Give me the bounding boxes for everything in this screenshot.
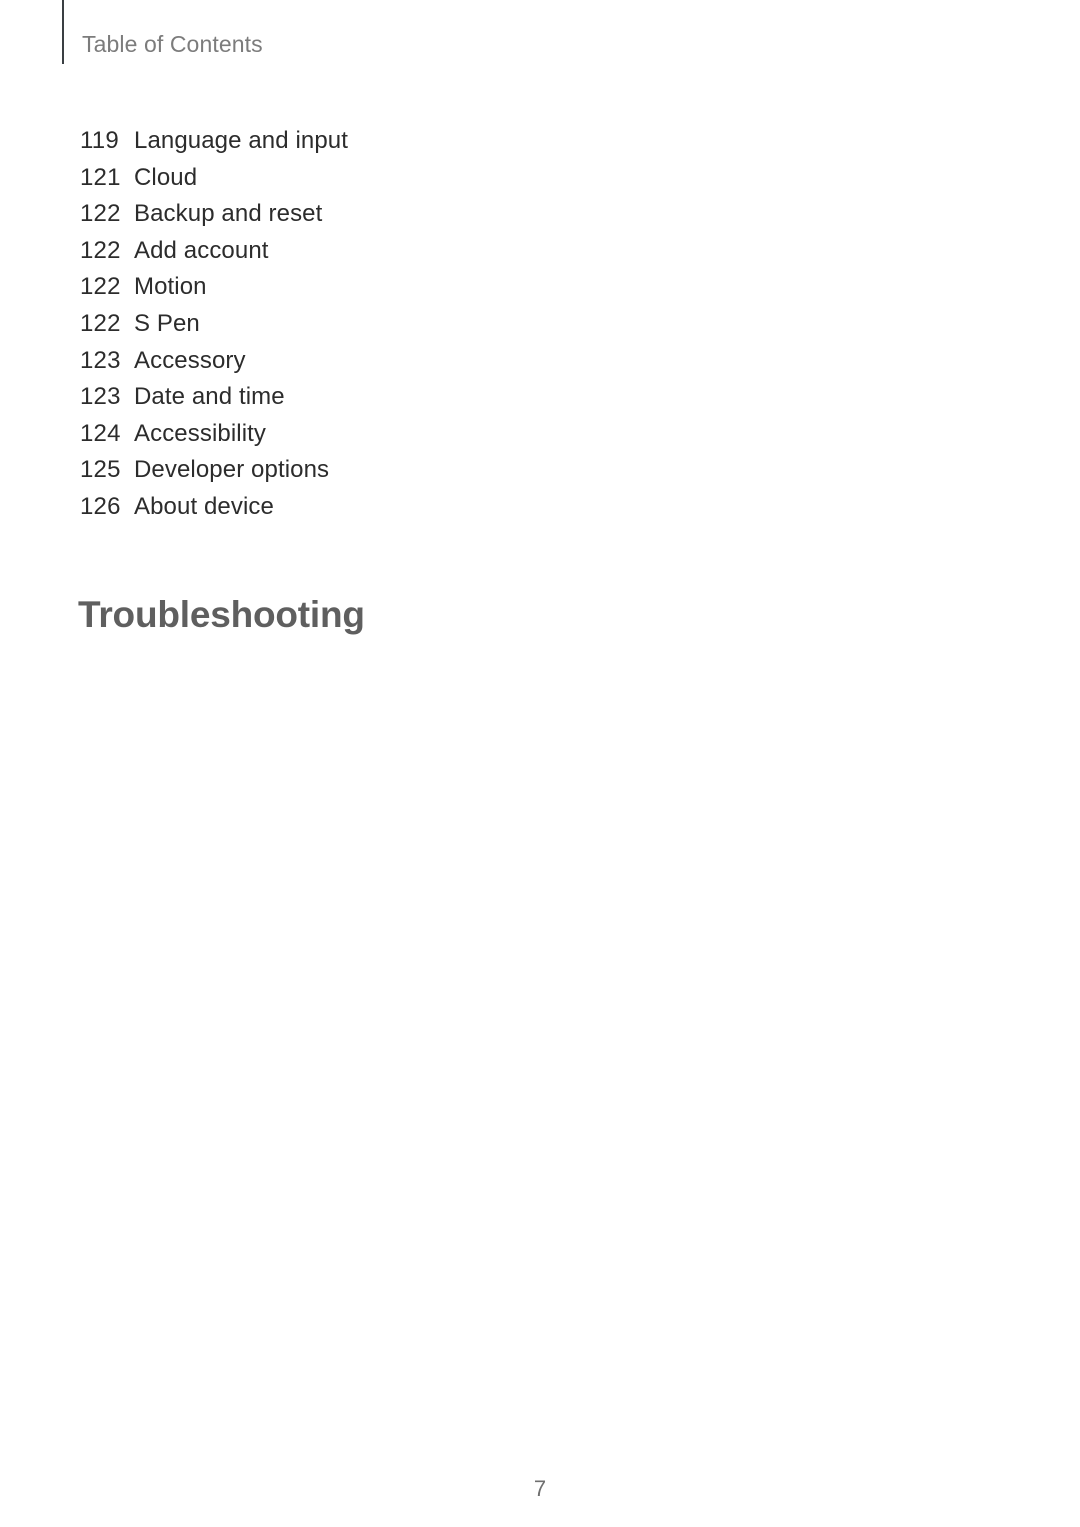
toc-entry[interactable]: 125 Developer options <box>80 452 720 489</box>
toc-entry-page-number: 121 <box>80 163 121 191</box>
running-header: Table of Contents <box>62 0 263 64</box>
toc-entry-label: Date and time <box>134 383 285 411</box>
toc-entry-page-number: 122 <box>80 273 121 301</box>
toc-entry-page-number: 123 <box>80 346 121 374</box>
toc-entry-page-number: 122 <box>80 236 121 264</box>
toc-entry[interactable]: 122 Motion <box>80 269 720 306</box>
toc-entry-label: About device <box>134 492 274 520</box>
toc-entry-page-number: 119 <box>80 127 119 154</box>
toc-entry-label: S Pen <box>134 309 200 337</box>
toc-entry-label: Motion <box>134 273 207 301</box>
page-title: Table of Contents <box>82 30 263 57</box>
toc-entry-label: Add account <box>134 236 269 264</box>
toc-entry-page-number: 126 <box>80 492 121 520</box>
header-vertical-rule <box>62 0 64 64</box>
document-page: Table of Contents 119 Language and input 1… <box>0 0 1080 1527</box>
toc-entry-label: Accessibility <box>134 419 266 447</box>
toc-entry[interactable]: 119 Language and input <box>80 123 720 160</box>
table-of-contents-list: 119 Language and input 121 Cloud 122 Backup a… <box>80 123 720 526</box>
toc-entry-label: Backup and reset <box>134 200 323 228</box>
toc-entry-label: Developer options <box>134 456 330 484</box>
toc-entry-label: Cloud <box>134 163 198 191</box>
toc-entry[interactable]: 126 About device <box>80 489 720 526</box>
toc-entry[interactable]: 124 Accessibility <box>80 416 720 453</box>
toc-entry[interactable]: 122 S Pen <box>80 306 720 343</box>
toc-entry-page-number: 123 <box>80 383 121 411</box>
toc-entry-page-number: 125 <box>80 456 121 484</box>
toc-entry-label: Language and input <box>134 127 349 154</box>
toc-entry[interactable]: 123 Date and time <box>80 379 720 416</box>
toc-entry-label: Accessory <box>134 346 246 374</box>
toc-entry-page-number: 122 <box>80 200 121 228</box>
toc-entry[interactable]: 121 Cloud <box>80 160 720 197</box>
chapter-heading-troubleshooting: Troubleshooting <box>78 594 365 635</box>
toc-entry[interactable]: 122 Backup and reset <box>80 196 720 233</box>
toc-entry-page-number: 124 <box>80 419 121 447</box>
toc-entry[interactable]: 122 Add account <box>80 233 720 270</box>
toc-entry[interactable]: 123 Accessory <box>80 343 720 380</box>
toc-entry-page-number: 122 <box>80 309 121 337</box>
footer-page-number: 7 <box>533 1476 547 1501</box>
